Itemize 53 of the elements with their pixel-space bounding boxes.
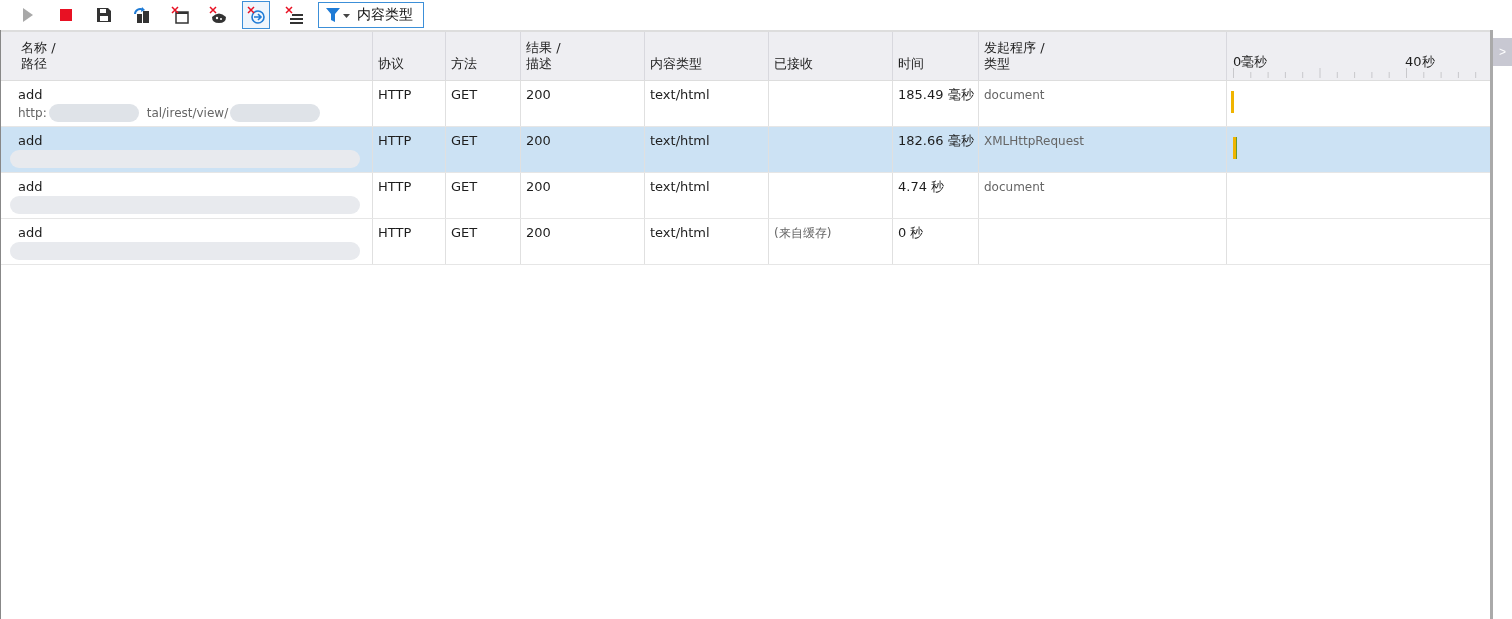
protocol-cell: HTTP — [378, 133, 412, 148]
result-cell: 200 — [526, 87, 551, 102]
save-icon — [94, 5, 114, 25]
request-name: add — [18, 86, 44, 104]
content-type-cell: text/html — [650, 87, 710, 102]
header-label: 时间 — [898, 56, 924, 72]
method-cell: GET — [451, 133, 478, 148]
initiator-cell: XMLHttpRequest — [984, 134, 1085, 148]
header-label: 已接收 — [774, 56, 813, 72]
request-row[interactable]: add HTTP GET 200 text/html 4.74 秒 document — [1, 173, 1490, 219]
result-cell: 200 — [526, 133, 551, 148]
method-cell: GET — [451, 225, 478, 240]
header-label: 协议 — [378, 56, 404, 72]
initiator-cell: document — [984, 88, 1045, 102]
timeline-tick-label: 40秒 — [1405, 53, 1435, 71]
arrow-circle-clear-icon — [246, 5, 266, 25]
method-cell: GET — [451, 87, 478, 102]
request-path: http: — [17, 106, 48, 120]
header-label: 结果 / 描述 — [526, 40, 561, 72]
content-type-cell: text/html — [650, 225, 710, 240]
result-cell: 200 — [526, 225, 551, 240]
content-type-cell: text/html — [650, 179, 710, 194]
time-cell: 0 秒 — [898, 225, 924, 240]
header-label: 内容类型 — [650, 56, 702, 72]
initiator-cell: document — [984, 180, 1045, 194]
protocol-cell: HTTP — [378, 179, 412, 194]
request-name: add — [18, 178, 44, 196]
received-cell: (来自缓存) — [774, 226, 832, 240]
request-name: add — [18, 224, 44, 242]
timeline-tick-label: 0毫秒 — [1233, 53, 1269, 71]
window-clear-icon — [170, 5, 190, 25]
refresh-icon — [132, 5, 152, 25]
result-cell: 200 — [526, 179, 551, 194]
time-cell: 185.49 毫秒 — [898, 87, 974, 102]
method-cell: GET — [451, 179, 478, 194]
header-label: 方法 — [451, 56, 477, 72]
request-path: tal/irest/view/ — [145, 106, 230, 120]
protocol-cell: HTTP — [378, 87, 412, 102]
arrow-circle-clear-button[interactable] — [242, 1, 270, 29]
list-clear-icon — [284, 5, 304, 25]
time-cell: 4.74 秒 — [898, 179, 945, 194]
time-cell: 182.66 毫秒 — [898, 133, 974, 148]
request-row[interactable]: add HTTP GET 200 text/html 182.66 毫秒 XMLHttpRequest — [1, 127, 1490, 173]
request-row[interactable]: add HTTP GET 200 text/html (来自缓存) 0 秒 — [1, 219, 1490, 265]
header-label: 发起程序 / 类型 — [984, 40, 1045, 72]
request-row[interactable]: add http: tal/irest/view/ HTTP GET 200 text/html 185.49 毫秒 document — [1, 81, 1490, 127]
protocol-cell: HTTP — [378, 225, 412, 240]
filter-dropdown[interactable]: 内容类型 — [318, 2, 424, 28]
filter-icon — [325, 7, 351, 23]
header-label: 名称 / 路径 — [21, 40, 56, 72]
content-type-cell: text/html — [650, 133, 710, 148]
cookie-clear-icon — [208, 5, 228, 25]
request-name: add — [18, 132, 44, 150]
